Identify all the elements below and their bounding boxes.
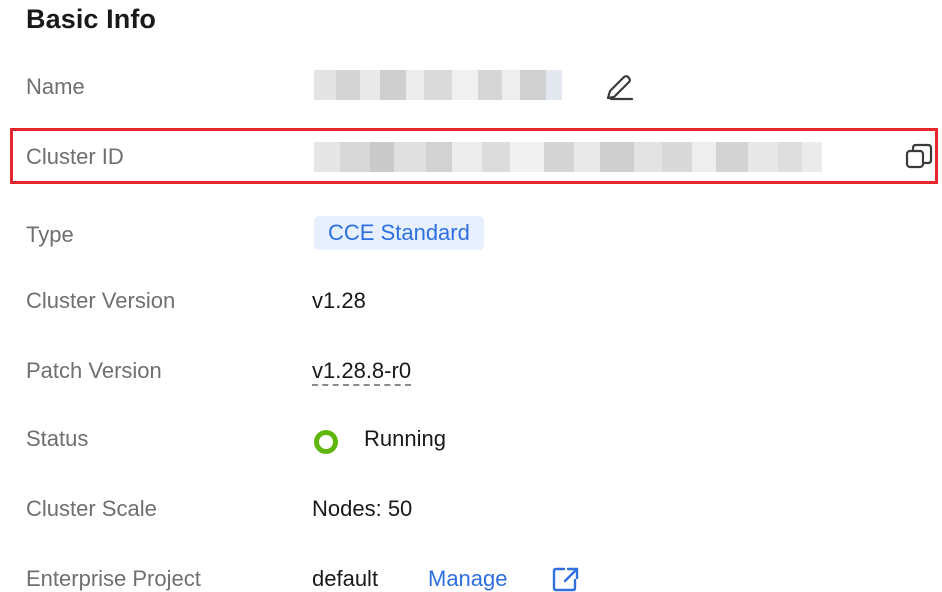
cluster-id-value-masked: [314, 142, 822, 172]
patch-version-label: Patch Version: [26, 358, 162, 383]
pencil-icon[interactable]: [604, 74, 636, 102]
section-title: Basic Info: [26, 4, 157, 34]
patch-version-value-wrap[interactable]: v1.28.8-r0: [312, 358, 412, 386]
enterprise-project-value: default: [312, 566, 379, 591]
status-running-icon: [314, 430, 338, 454]
enterprise-project-label: Enterprise Project: [26, 566, 201, 591]
cluster-version-value: v1.28: [312, 288, 366, 313]
type-tag: CCE Standard: [314, 216, 484, 250]
cluster-scale-value: Nodes: 50: [312, 496, 413, 521]
external-link-icon[interactable]: [552, 566, 580, 592]
patch-version-value[interactable]: v1.28.8-r0: [312, 358, 412, 386]
manage-link[interactable]: Manage: [428, 566, 508, 592]
name-value-masked: [314, 70, 562, 100]
cluster-scale-label: Cluster Scale: [26, 496, 157, 521]
cluster-version-label: Cluster Version: [26, 288, 176, 313]
copy-icon[interactable]: [904, 142, 934, 172]
status-label: Status: [26, 426, 89, 451]
name-label: Name: [26, 74, 85, 99]
status-value: Running: [364, 426, 446, 451]
type-label: Type: [26, 222, 74, 247]
cluster-id-label: Cluster ID: [26, 144, 124, 169]
